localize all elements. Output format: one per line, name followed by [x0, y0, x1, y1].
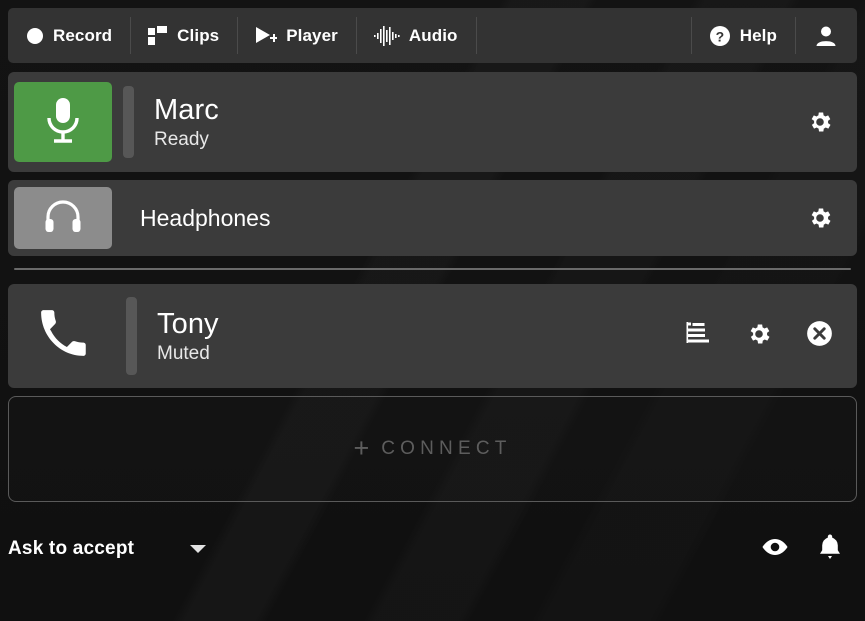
- toolbar-label-clips: Clips: [177, 25, 220, 45]
- connect-button[interactable]: + CONNECT: [8, 396, 857, 502]
- toolbar-item-player[interactable]: Player: [237, 8, 356, 63]
- app-window: Record Clips Player Audio ? Help Marc Re…: [0, 0, 865, 621]
- microphone-labels: Marc Ready: [154, 93, 807, 152]
- call-icon-button[interactable]: [14, 296, 112, 376]
- clips-squares-icon: [148, 25, 168, 46]
- microphone-toggle-button[interactable]: [14, 82, 112, 162]
- svg-text:?: ?: [715, 28, 724, 44]
- section-divider: [14, 268, 851, 270]
- notes-button[interactable]: [686, 321, 712, 352]
- toolbar-item-clips[interactable]: Clips: [130, 8, 237, 63]
- call-row-actions: [686, 320, 833, 352]
- hangup-button[interactable]: [806, 320, 833, 352]
- connect-label-group: + CONNECT: [353, 432, 512, 463]
- microphone-name: Marc: [154, 93, 219, 126]
- connect-label: CONNECT: [381, 438, 512, 459]
- microphone-settings-button[interactable]: [807, 109, 833, 135]
- eye-icon: [761, 536, 789, 563]
- toolbar-item-account[interactable]: [795, 8, 857, 63]
- main-toolbar: Record Clips Player Audio ? Help: [8, 8, 857, 63]
- device-row-headphones[interactable]: Headphones: [8, 180, 857, 256]
- toolbar-label-help: Help: [739, 25, 777, 45]
- toolbar-label-player: Player: [286, 25, 338, 45]
- call-level-meter: [126, 297, 137, 375]
- toolbar-right-group: ? Help: [690, 8, 857, 63]
- toolbar-item-help[interactable]: ? Help: [690, 8, 795, 63]
- bell-icon: [817, 533, 843, 566]
- phone-handset-icon: [37, 308, 89, 365]
- call-status: Muted: [157, 342, 210, 364]
- device-row-microphone[interactable]: Marc Ready: [8, 72, 857, 172]
- microphone-row-actions: [807, 109, 833, 135]
- call-name: Tony: [157, 307, 219, 340]
- headphones-toggle-button[interactable]: [14, 187, 112, 249]
- audio-waveform-icon: [373, 25, 400, 46]
- headphones-icon: [43, 198, 83, 239]
- microphone-icon: [41, 95, 85, 150]
- notes-lines-icon: [686, 321, 712, 352]
- player-play-plus-icon: [255, 26, 278, 46]
- help-question-circle-icon: ?: [709, 25, 731, 47]
- headphones-row-actions: [807, 205, 833, 231]
- record-dot-icon: [26, 27, 44, 45]
- gear-icon: [746, 321, 772, 352]
- toolbar-item-record[interactable]: Record: [8, 8, 130, 63]
- preview-toggle[interactable]: [761, 536, 789, 563]
- call-row-tony[interactable]: Tony Muted: [8, 284, 857, 388]
- microphone-level-meter: [123, 86, 134, 158]
- notifications-toggle[interactable]: [817, 533, 843, 566]
- call-labels: Tony Muted: [157, 307, 686, 366]
- chevron-down-icon: [190, 545, 207, 553]
- headphones-settings-button[interactable]: [807, 205, 833, 231]
- accept-mode-label: Ask to accept: [8, 538, 135, 559]
- plus-icon: +: [353, 432, 370, 463]
- microphone-status: Ready: [154, 128, 209, 150]
- toolbar-item-audio[interactable]: Audio: [355, 8, 476, 63]
- toolbar-spacer: [475, 8, 691, 63]
- footer-icon-group: [761, 533, 843, 566]
- headphones-name: Headphones: [140, 204, 271, 231]
- accept-mode-select[interactable]: Ask to accept: [8, 538, 207, 560]
- close-circle-icon: [806, 320, 833, 352]
- footer-bar: Ask to accept: [8, 522, 857, 576]
- toolbar-label-audio: Audio: [408, 25, 458, 45]
- user-avatar-icon: [815, 25, 837, 47]
- call-settings-button[interactable]: [746, 321, 772, 352]
- toolbar-label-record: Record: [53, 25, 113, 45]
